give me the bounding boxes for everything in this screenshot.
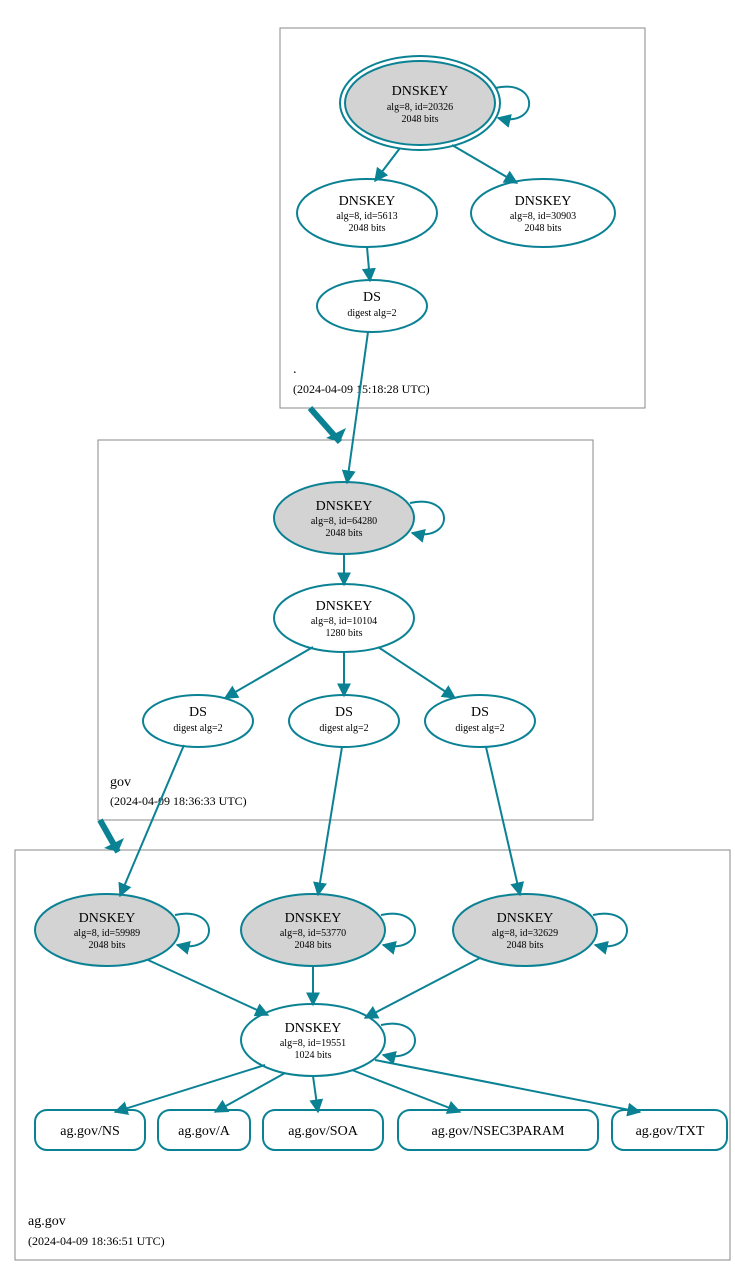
edge-govzsk-ds1: [225, 647, 313, 698]
ag-zsk-self-edge: [381, 1024, 415, 1057]
root-ksk-node: DNSKEY alg=8, id=20326 2048 bits: [340, 56, 500, 150]
ag-ksk3-self-edge: [593, 914, 627, 947]
svg-text:DNSKEY: DNSKEY: [316, 499, 373, 514]
ag-ksk1-self-edge: [175, 914, 209, 947]
edge-govds2-agksk2: [318, 747, 342, 895]
svg-text:2048 bits: 2048 bits: [402, 114, 439, 125]
svg-text:2048 bits: 2048 bits: [326, 528, 363, 539]
edge-agzsk-a: [215, 1073, 285, 1112]
gov-zsk-node: DNSKEY alg=8, id=10104 1280 bits: [274, 584, 414, 652]
svg-text:alg=8, id=20326: alg=8, id=20326: [387, 102, 453, 113]
svg-text:2048 bits: 2048 bits: [89, 940, 126, 951]
edge-agzsk-txt: [375, 1060, 640, 1112]
svg-text:DNSKEY: DNSKEY: [316, 599, 373, 614]
root-zone-label: .: [293, 362, 297, 377]
ag-ksk1-node: DNSKEY alg=8, id=59989 2048 bits: [35, 894, 179, 966]
edge-agksk3-agzsk: [365, 958, 480, 1018]
svg-text:DNSKEY: DNSKEY: [339, 194, 396, 209]
gov-ksk-self-edge: [410, 502, 444, 535]
edge-rootksk-zsk2: [452, 145, 517, 183]
svg-text:DNSKEY: DNSKEY: [392, 84, 449, 99]
ag-ksk2-self-edge: [381, 914, 415, 947]
edge-govzsk-ds3: [378, 647, 455, 698]
svg-text:DNSKEY: DNSKEY: [285, 911, 342, 926]
gov-ksk-node: DNSKEY alg=8, id=64280 2048 bits: [274, 482, 414, 554]
svg-text:2048 bits: 2048 bits: [525, 223, 562, 234]
svg-text:alg=8, id=59989: alg=8, id=59989: [74, 928, 140, 939]
svg-text:ag.gov/A: ag.gov/A: [178, 1124, 231, 1139]
svg-text:DNSKEY: DNSKEY: [285, 1021, 342, 1036]
svg-text:DNSKEY: DNSKEY: [515, 194, 572, 209]
gov-zone-timestamp: (2024-04-09 18:36:33 UTC): [110, 794, 247, 808]
svg-text:alg=8, id=32629: alg=8, id=32629: [492, 928, 558, 939]
svg-text:ag.gov/NS: ag.gov/NS: [60, 1124, 120, 1139]
svg-text:alg=8, id=19551: alg=8, id=19551: [280, 1038, 346, 1049]
edge-rootzsk1-ds: [367, 247, 370, 281]
svg-text:digest alg=2: digest alg=2: [347, 308, 396, 319]
svg-text:DS: DS: [363, 290, 381, 305]
aggov-zone-label: ag.gov: [28, 1214, 66, 1229]
svg-text:DS: DS: [189, 705, 207, 720]
edge-agzsk-nsec3: [352, 1070, 460, 1112]
gov-zone-label: gov: [110, 775, 131, 790]
ag-ksk2-node: DNSKEY alg=8, id=53770 2048 bits: [241, 894, 385, 966]
root-zsk2-node: DNSKEY alg=8, id=30903 2048 bits: [471, 179, 615, 247]
svg-text:2048 bits: 2048 bits: [295, 940, 332, 951]
svg-text:ag.gov/NSEC3PARAM: ag.gov/NSEC3PARAM: [432, 1124, 565, 1139]
svg-text:DNSKEY: DNSKEY: [79, 911, 136, 926]
gov-ds3-node: DS digest alg=2: [425, 695, 535, 747]
svg-text:DS: DS: [335, 705, 353, 720]
aggov-zone-timestamp: (2024-04-09 18:36:51 UTC): [28, 1234, 165, 1248]
svg-text:alg=8, id=64280: alg=8, id=64280: [311, 516, 377, 527]
edge-agksk1-agzsk: [148, 960, 268, 1015]
gov-ds2-node: DS digest alg=2: [289, 695, 399, 747]
svg-text:DNSKEY: DNSKEY: [497, 911, 554, 926]
svg-text:ag.gov/TXT: ag.gov/TXT: [636, 1124, 705, 1139]
svg-text:DS: DS: [471, 705, 489, 720]
svg-text:alg=8, id=53770: alg=8, id=53770: [280, 928, 346, 939]
svg-text:digest alg=2: digest alg=2: [319, 723, 368, 734]
gov-ds1-node: DS digest alg=2: [143, 695, 253, 747]
svg-text:alg=8, id=30903: alg=8, id=30903: [510, 211, 576, 222]
ag-ksk3-node: DNSKEY alg=8, id=32629 2048 bits: [453, 894, 597, 966]
edge-agzsk-soa: [313, 1076, 318, 1112]
svg-text:alg=8, id=10104: alg=8, id=10104: [311, 616, 377, 627]
edge-rootksk-zsk1: [375, 148, 400, 181]
root-ds-node: DS digest alg=2: [317, 280, 427, 332]
svg-text:digest alg=2: digest alg=2: [173, 723, 222, 734]
svg-text:1280 bits: 1280 bits: [326, 628, 363, 639]
svg-text:ag.gov/SOA: ag.gov/SOA: [288, 1124, 359, 1139]
svg-text:digest alg=2: digest alg=2: [455, 723, 504, 734]
root-zsk1-node: DNSKEY alg=8, id=5613 2048 bits: [297, 179, 437, 247]
svg-text:1024 bits: 1024 bits: [295, 1050, 332, 1061]
dnssec-chain-diagram: . (2024-04-09 15:18:28 UTC) DNSKEY alg=8…: [0, 0, 735, 1278]
edge-govds3-agksk3: [486, 747, 520, 895]
edge-agzsk-ns: [115, 1065, 265, 1112]
svg-text:2048 bits: 2048 bits: [349, 223, 386, 234]
svg-text:alg=8, id=5613: alg=8, id=5613: [336, 211, 397, 222]
svg-text:2048 bits: 2048 bits: [507, 940, 544, 951]
